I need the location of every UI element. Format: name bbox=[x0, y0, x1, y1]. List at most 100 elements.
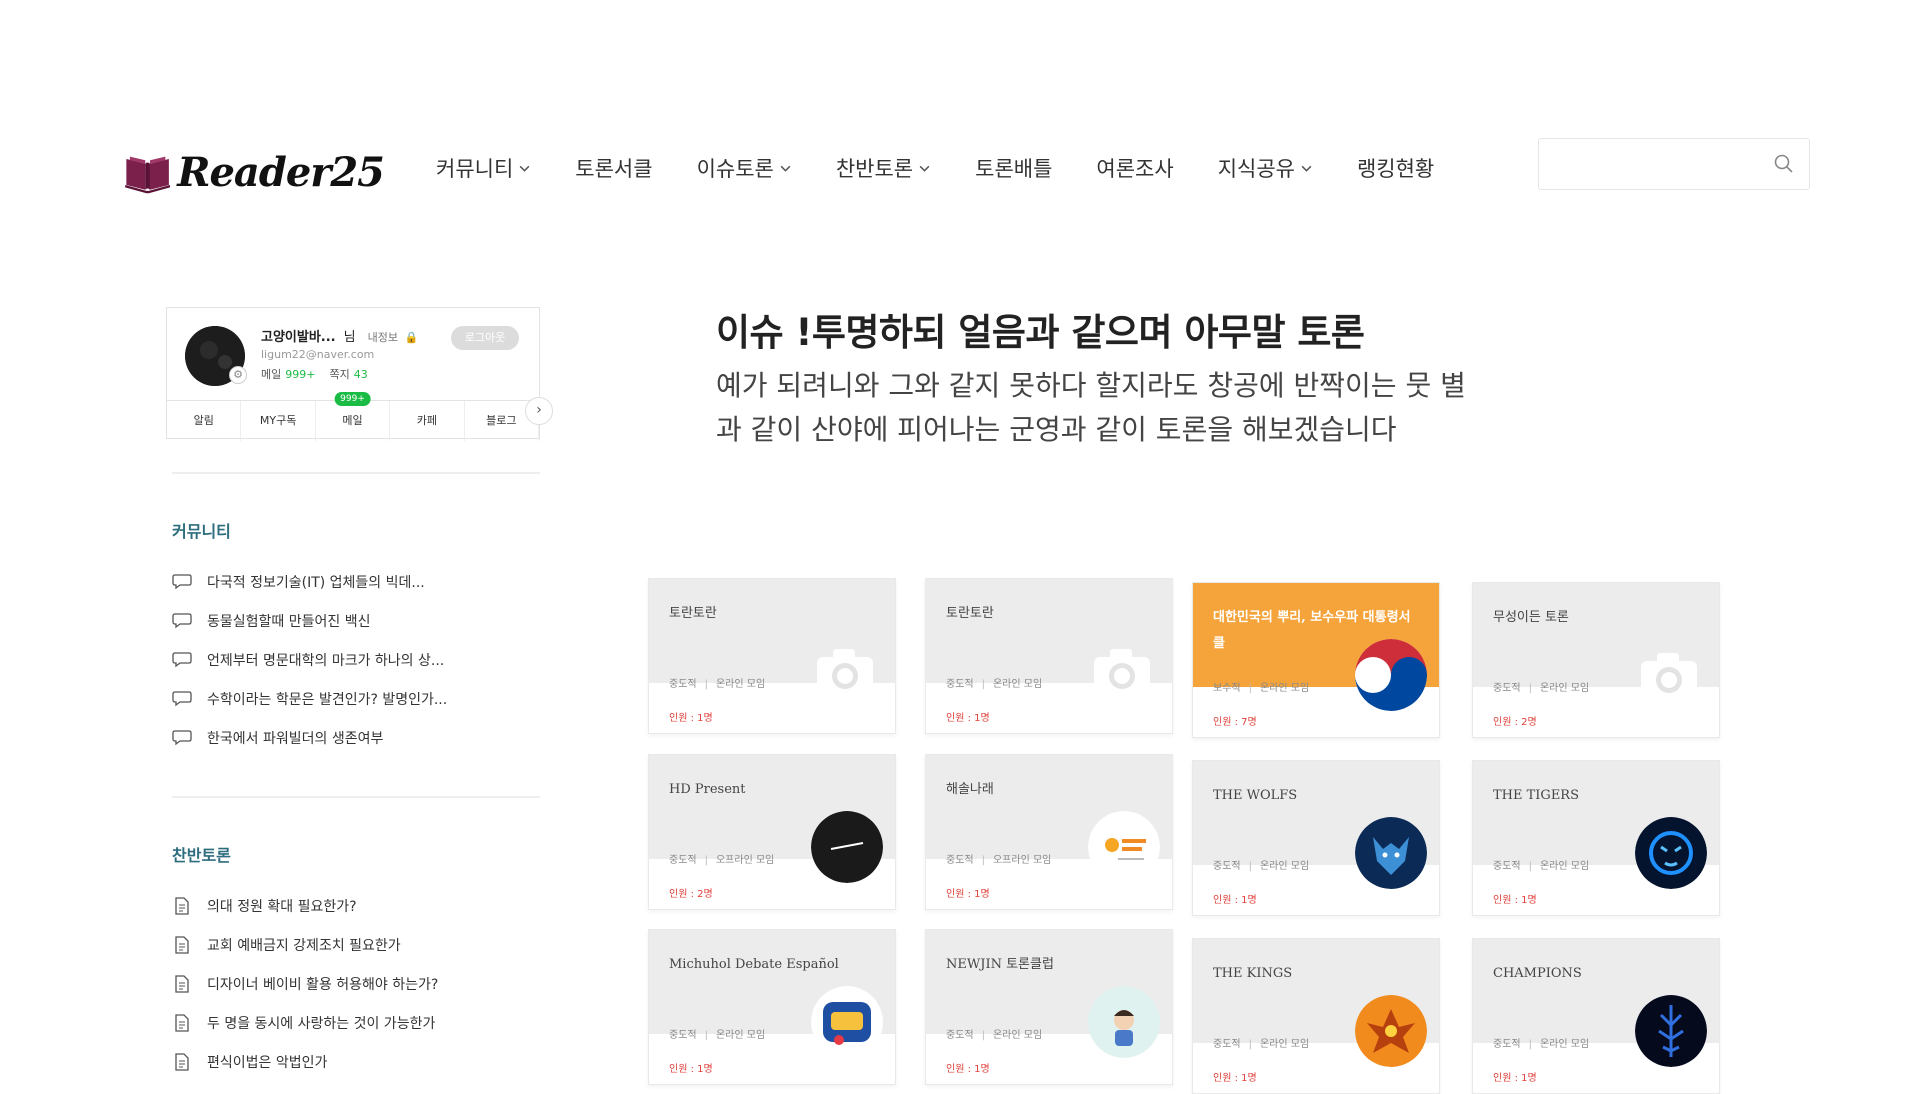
chevron-down-icon bbox=[919, 165, 930, 172]
card-header: 토란토란 bbox=[649, 579, 895, 695]
document-icon bbox=[175, 1052, 189, 1071]
mail-badge: 999+ bbox=[334, 392, 371, 406]
card-mode: 온라인 모임 bbox=[1259, 861, 1310, 872]
nav-debate-circle[interactable]: 토론서클 bbox=[575, 153, 652, 183]
circle-card[interactable]: 토란토란 중도적 | 온라인 모임 인원 : 1명 bbox=[925, 578, 1173, 734]
divider bbox=[172, 796, 540, 798]
search-icon[interactable] bbox=[1773, 153, 1795, 175]
nav-label: 여론조사 bbox=[1096, 157, 1174, 181]
card-title: THE WOLFS bbox=[1213, 788, 1298, 803]
circle-card[interactable]: THE WOLFS 중도적 | 온라인 모임 인원 : 1명 bbox=[1192, 760, 1440, 916]
card-header: 대한민국의 뿌리, 보수우파 대통령서클 bbox=[1193, 583, 1439, 711]
card-type: 중도적 bbox=[669, 855, 697, 866]
card-type: 중도적 bbox=[946, 679, 974, 690]
card-title: HD Present bbox=[669, 782, 746, 797]
community-list: 다국적 정보기술(IT) 업체들의 빅데... 동물실험할때 만들어진 백신 언… bbox=[172, 562, 447, 757]
page-description: 예가 되려니와 그와 같지 못하다 할지라도 창공에 반짝이는 뭇 별 과 같이… bbox=[716, 364, 1616, 452]
mail-count[interactable]: 999+ bbox=[285, 368, 315, 381]
card-member-count: 인원 : 1명 bbox=[1213, 895, 1257, 906]
chevron-down-icon bbox=[519, 165, 530, 172]
card-member-count: 인원 : 2명 bbox=[1493, 717, 1537, 728]
note-count[interactable]: 43 bbox=[354, 368, 368, 381]
card-meta: 중도적 | 온라인 모임 bbox=[669, 1030, 766, 1041]
card-meta: 중도적 | 온라인 모임 bbox=[946, 1030, 1043, 1041]
speech-bubble-icon bbox=[172, 612, 192, 628]
circle-card[interactable]: NEWJIN 토론클럽 중도적 | 온라인 모임 인원 : 1명 bbox=[925, 929, 1173, 1085]
divider bbox=[172, 472, 540, 474]
nav-ranking[interactable]: 랭킹현황 bbox=[1357, 153, 1434, 183]
card-member-count: 인원 : 7명 bbox=[1213, 717, 1257, 728]
circle-card[interactable]: HD Present 중도적 | 오프라인 모임 인원 : 2명 bbox=[648, 754, 896, 910]
card-type: 중도적 bbox=[669, 679, 697, 690]
card-type: 중도적 bbox=[669, 1030, 697, 1041]
circle-card[interactable]: CHAMPIONS 중도적 | 온라인 모임 인원 : 1명 bbox=[1472, 938, 1720, 1094]
site-logo[interactable]: Reader25 bbox=[124, 136, 385, 208]
list-item[interactable]: 다국적 정보기술(IT) 업체들의 빅데... bbox=[172, 562, 447, 601]
debate-section-title[interactable]: 찬반토론 bbox=[172, 842, 231, 866]
search-box bbox=[1538, 138, 1810, 190]
camera-icon bbox=[1641, 653, 1697, 699]
list-item[interactable]: 교회 예배금지 강제조치 필요한가 bbox=[172, 925, 438, 964]
list-item[interactable]: 디자이너 베이비 활용 허용해야 하는가? bbox=[172, 964, 438, 1003]
card-member-count: 인원 : 1명 bbox=[1493, 895, 1537, 906]
list-item[interactable]: 두 명을 동시에 사랑하는 것이 가능한가 bbox=[172, 1003, 438, 1042]
profile-email: ligum22@naver.com bbox=[261, 348, 375, 361]
nav-community[interactable]: 커뮤니티 bbox=[436, 153, 531, 183]
list-item-label: 한국에서 파워빌더의 생존여부 bbox=[207, 730, 384, 747]
list-item[interactable]: 언제부터 명문대학의 마크가 하나의 상... bbox=[172, 640, 447, 679]
tab-notification[interactable]: 알림 bbox=[167, 401, 242, 441]
list-item-label: 편식이법은 악법인가 bbox=[207, 1054, 328, 1071]
lock-icon: 🔒 bbox=[404, 331, 419, 344]
list-item[interactable]: 의대 정원 확대 필요한가? bbox=[172, 886, 438, 925]
profile-tabs: 알림 MY구독 999+ 메일 카페 블로그 › bbox=[167, 392, 553, 441]
speech-bubble-icon bbox=[172, 651, 192, 667]
card-header: THE TIGERS bbox=[1473, 761, 1719, 889]
nav-label: 찬반토론 bbox=[835, 157, 914, 181]
card-title: NEWJIN 토론클럽 bbox=[946, 957, 1054, 972]
nav-poll[interactable]: 여론조사 bbox=[1096, 153, 1173, 183]
my-info-link[interactable]: 내정보 bbox=[368, 331, 398, 344]
list-item-label: 의대 정원 확대 필요한가? bbox=[207, 898, 357, 915]
list-item[interactable]: 동물실험할때 만들어진 백신 bbox=[172, 601, 447, 640]
community-section-title[interactable]: 커뮤니티 bbox=[172, 518, 231, 542]
mail-count-label: 메일 bbox=[261, 368, 282, 381]
list-item-label: 언제부터 명문대학의 마크가 하나의 상... bbox=[207, 652, 445, 669]
circle-card[interactable]: Michuhol Debate Español 중도적 | 온라인 모임 인원 : … bbox=[648, 929, 896, 1085]
card-member-count: 인원 : 2명 bbox=[669, 889, 713, 900]
circle-card[interactable]: THE TIGERS 중도적 | 온라인 모임 인원 : 1명 bbox=[1472, 760, 1720, 916]
chevron-right-icon[interactable]: › bbox=[525, 397, 553, 425]
list-item-label: 디자이너 베이비 활용 허용해야 하는가? bbox=[207, 976, 439, 993]
champions-logo bbox=[1635, 995, 1707, 1067]
camera-icon bbox=[1094, 649, 1150, 695]
list-item[interactable]: 편식이법은 악법인가 bbox=[172, 1042, 438, 1081]
card-type: 보수적 bbox=[1213, 683, 1241, 694]
card-type: 중도적 bbox=[1493, 861, 1521, 872]
circle-card[interactable]: 해솔나래 중도적 | 오프라인 모임 인원 : 1명 bbox=[925, 754, 1173, 910]
circle-card[interactable]: 대한민국의 뿌리, 보수우파 대통령서클 보수적 | 온라인 모임 인원 : 7명 bbox=[1192, 582, 1440, 738]
card-meta: 중도적 | 오프라인 모임 bbox=[669, 855, 775, 866]
tab-my-subscription[interactable]: MY구독 bbox=[241, 401, 316, 441]
nav-pro-con-debate[interactable]: 찬반토론 bbox=[836, 153, 931, 183]
list-item[interactable]: 한국에서 파워빌더의 생존여부 bbox=[172, 718, 447, 757]
logout-button[interactable]: 로그아웃 bbox=[451, 326, 519, 350]
nav-issue-debate[interactable]: 이슈토론 bbox=[697, 153, 792, 183]
card-member-count: 인원 : 1명 bbox=[946, 713, 990, 724]
circle-card[interactable]: 토란토란 중도적 | 온라인 모임 인원 : 1명 bbox=[648, 578, 896, 734]
list-item[interactable]: 수학이라는 학문은 발견인가? 발명인가... bbox=[172, 679, 447, 718]
card-type: 중도적 bbox=[1213, 861, 1241, 872]
tab-mail[interactable]: 999+ 메일 bbox=[316, 392, 391, 441]
search-input[interactable] bbox=[1549, 139, 1773, 189]
card-member-count: 인원 : 1명 bbox=[946, 1064, 990, 1075]
list-item-label: 다국적 정보기술(IT) 업체들의 빅데... bbox=[207, 574, 425, 591]
card-header: THE KINGS bbox=[1193, 939, 1439, 1067]
card-meta: 중도적 | 온라인 모임 bbox=[1213, 1039, 1310, 1050]
nav-knowledge-share[interactable]: 지식공유 bbox=[1218, 153, 1313, 183]
card-type: 중도적 bbox=[946, 855, 974, 866]
circle-card[interactable]: 무성이든 토론 중도적 | 온라인 모임 인원 : 2명 bbox=[1472, 582, 1720, 738]
tab-cafe[interactable]: 카페 bbox=[390, 401, 465, 441]
nav-debate-battle[interactable]: 토론배틀 bbox=[975, 153, 1052, 183]
debate-list: 의대 정원 확대 필요한가? 교회 예배금지 강제조치 필요한가 디자이너 베이… bbox=[172, 886, 438, 1081]
circle-card[interactable]: THE KINGS 중도적 | 온라인 모임 인원 : 1명 bbox=[1192, 938, 1440, 1094]
card-type: 중도적 bbox=[946, 1030, 974, 1041]
gear-icon[interactable]: ⚙ bbox=[229, 366, 247, 384]
